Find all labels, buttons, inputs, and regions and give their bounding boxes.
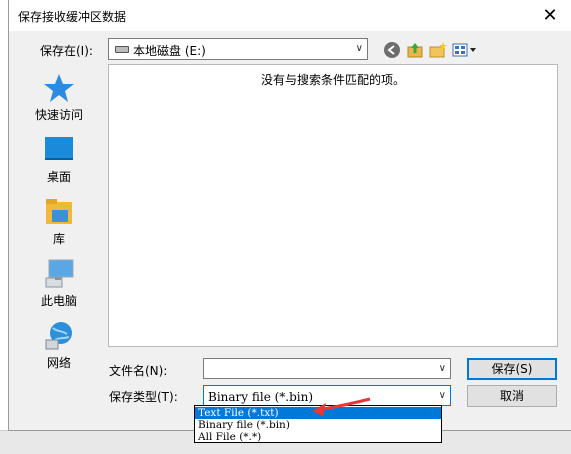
background-window-edge	[0, 0, 8, 453]
library-icon	[46, 199, 72, 224]
chevron-down-icon: ∨	[355, 43, 363, 54]
dialog-title: 保存接收缓冲区数据	[18, 10, 127, 24]
filetype-value: Binary file (*.bin)	[208, 390, 314, 404]
place-library[interactable]: 库	[19, 196, 99, 254]
computer-icon	[45, 259, 74, 288]
chevron-down-icon: ∨	[438, 363, 446, 374]
place-label: 此电脑	[40, 294, 77, 308]
filename-label: 文件名(N):	[109, 364, 168, 378]
save-in-label: 保存在(I):	[40, 44, 93, 58]
place-network[interactable]: 网络	[19, 320, 99, 378]
place-desktop[interactable]: 桌面	[19, 134, 99, 192]
save-in-dropdown[interactable]: 本地磁盘 (E:) ∨	[108, 38, 368, 60]
place-label: 快速访问	[34, 108, 83, 122]
star-icon	[44, 74, 74, 102]
new-folder-icon[interactable]	[429, 41, 447, 59]
place-label: 桌面	[46, 170, 71, 184]
network-icon	[45, 322, 72, 350]
filetype-dropdown[interactable]: Binary file (*.bin) ∨	[203, 385, 451, 406]
empty-message: 没有与搜索条件匹配的项。	[260, 73, 405, 87]
place-this-pc[interactable]: 此电脑	[19, 258, 99, 316]
file-list[interactable]: 没有与搜索条件匹配的项。	[108, 64, 558, 347]
view-menu-icon[interactable]	[452, 41, 478, 59]
cancel-button[interactable]: 取消	[467, 385, 557, 407]
place-quick-access[interactable]: 快速访问	[19, 72, 99, 130]
filetype-option[interactable]: Text File (*.txt)	[195, 407, 441, 419]
save-in-value: 本地磁盘 (E:)	[133, 44, 206, 58]
filetype-option[interactable]: Binary file (*.bin)	[195, 419, 441, 431]
filetype-option[interactable]: All File (*.*)	[195, 431, 441, 443]
save-button[interactable]: 保存(S)	[467, 358, 557, 380]
filename-input[interactable]: ∨	[203, 358, 451, 379]
chevron-down-icon: ∨	[438, 390, 446, 401]
place-label: 网络	[46, 356, 71, 370]
drive-icon	[115, 46, 129, 53]
filetype-options-list[interactable]: Text File (*.txt) Binary file (*.bin) Al…	[194, 405, 442, 443]
up-folder-icon[interactable]	[406, 41, 424, 59]
desktop-icon	[45, 137, 73, 160]
back-icon[interactable]	[383, 41, 401, 59]
place-label: 库	[52, 232, 65, 246]
close-button[interactable]: ✕	[528, 0, 571, 31]
save-dialog: 保存接收缓冲区数据 ✕ 保存在(I): 本地磁盘 (E:) ∨ 快速访问 桌面 …	[8, 0, 571, 431]
places-bar: 快速访问 桌面 库 此电脑 网络	[9, 68, 107, 370]
filetype-label: 保存类型(T):	[109, 390, 178, 404]
title-bar: 保存接收缓冲区数据 ✕	[9, 0, 571, 31]
